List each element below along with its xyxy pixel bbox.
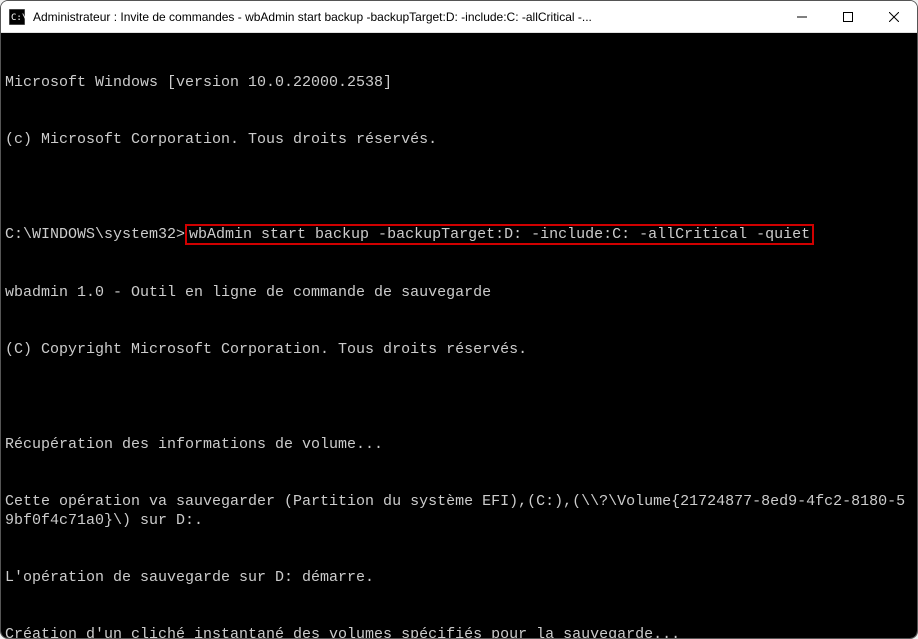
cmd-icon: C:\ bbox=[9, 9, 25, 25]
minimize-button[interactable] bbox=[779, 1, 825, 32]
terminal-line: Création d'un cliché instantané des volu… bbox=[5, 625, 913, 638]
svg-text:C:\: C:\ bbox=[11, 13, 25, 23]
terminal-line: (c) Microsoft Corporation. Tous droits r… bbox=[5, 130, 913, 149]
prompt-path: C:\WINDOWS\system32> bbox=[5, 226, 185, 243]
terminal-line: (C) Copyright Microsoft Corporation. Tou… bbox=[5, 340, 913, 359]
terminal-line: Microsoft Windows [version 10.0.22000.25… bbox=[5, 73, 913, 92]
highlighted-command: wbAdmin start backup -backupTarget:D: -i… bbox=[185, 224, 814, 245]
terminal-line: Récupération des informations de volume.… bbox=[5, 435, 913, 454]
close-button[interactable] bbox=[871, 1, 917, 32]
terminal-line: wbadmin 1.0 - Outil en ligne de commande… bbox=[5, 283, 913, 302]
command-prompt-window: C:\ Administrateur : Invite de commandes… bbox=[0, 0, 918, 639]
maximize-button[interactable] bbox=[825, 1, 871, 32]
window-title: Administrateur : Invite de commandes - w… bbox=[33, 10, 779, 24]
terminal-line: Cette opération va sauvegarder (Partitio… bbox=[5, 492, 913, 530]
terminal-line: L'opération de sauvegarde sur D: démarre… bbox=[5, 568, 913, 587]
titlebar[interactable]: C:\ Administrateur : Invite de commandes… bbox=[1, 1, 917, 33]
terminal-output[interactable]: Microsoft Windows [version 10.0.22000.25… bbox=[1, 33, 917, 638]
prompt-line: C:\WINDOWS\system32>wbAdmin start backup… bbox=[5, 225, 913, 244]
window-controls bbox=[779, 1, 917, 32]
